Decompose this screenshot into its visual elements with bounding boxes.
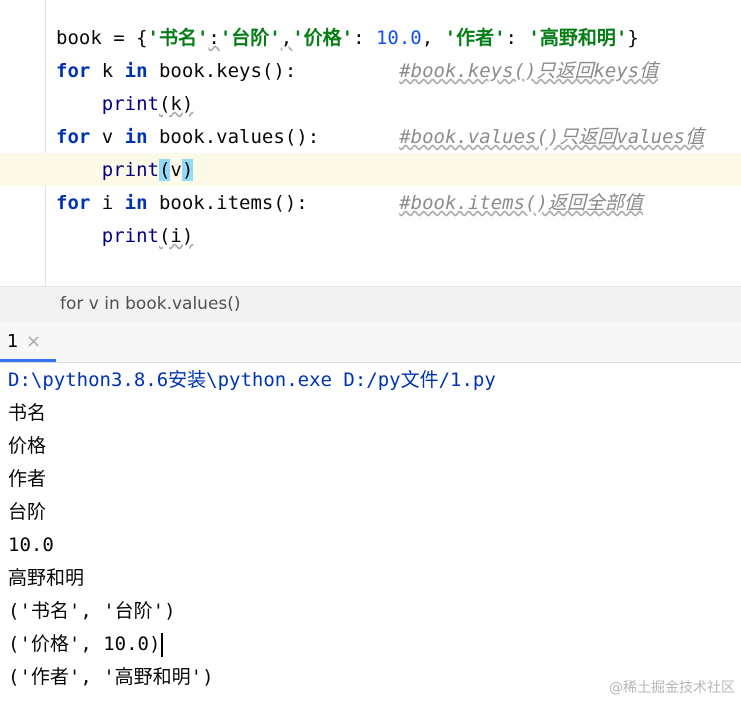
- console-output-line: 高野和明: [8, 567, 85, 589]
- tab-label: 1: [7, 331, 19, 352]
- console-output-line: 书名: [8, 402, 47, 424]
- run-tool-window-header: 1 ×: [0, 322, 741, 363]
- code-text: }: [627, 27, 639, 49]
- code-text: ,: [280, 27, 293, 49]
- run-console[interactable]: D:\python3.8.6安装\python.exe D:/py文件/1.py…: [0, 363, 741, 703]
- close-icon[interactable]: ×: [26, 322, 41, 362]
- breadcrumb[interactable]: for v in book.values(): [60, 287, 241, 322]
- console-output-line: 价格: [8, 435, 47, 457]
- code-text: book.keys():: [147, 60, 400, 82]
- keyword: for: [56, 60, 91, 82]
- tab-run-1[interactable]: 1 ×: [0, 322, 56, 362]
- code-text: book.values():: [147, 126, 400, 148]
- code-text: :: [353, 27, 376, 49]
- console-output-line: 作者: [8, 468, 47, 490]
- code-text: book = {: [56, 27, 148, 49]
- code-text: book.items():: [147, 192, 400, 214]
- comment: #book.values()只返回values值: [399, 126, 704, 148]
- string-literal: '作者': [444, 27, 506, 49]
- code-line-6[interactable]: for i in book.items(): #book.items()返回全部…: [56, 187, 643, 220]
- code-text: ,: [421, 27, 445, 49]
- number-literal: 10.0: [375, 27, 422, 49]
- code-text: :: [208, 27, 220, 49]
- console-output-line: ('作者', '高野和明'): [8, 666, 214, 688]
- matched-brace: ): [181, 159, 194, 181]
- keyword: in: [124, 60, 148, 82]
- builtin-function: print: [101, 159, 159, 181]
- code-text: (k): [158, 93, 194, 115]
- string-literal: '台阶': [219, 27, 281, 49]
- comment: #book.items()返回全部值: [399, 192, 643, 214]
- keyword: in: [124, 192, 148, 214]
- code-text: v: [90, 126, 125, 148]
- string-literal: '高野和明': [528, 27, 628, 49]
- code-line-1[interactable]: book = {'书名':'台阶','价格': 10.0, '作者': '高野和…: [56, 22, 639, 55]
- string-literal: '书名': [147, 27, 209, 49]
- code-text: :: [505, 27, 529, 49]
- comment: #book.keys()只返回keys值: [399, 60, 659, 82]
- code-line-4[interactable]: for v in book.values(): #book.values()只返…: [56, 121, 704, 154]
- code-text: k: [90, 60, 125, 82]
- code-line-7[interactable]: print(i): [56, 220, 194, 253]
- code-text: (i): [158, 225, 194, 247]
- text-cursor: [161, 632, 164, 657]
- keyword: in: [124, 126, 148, 148]
- gutter-divider: [45, 0, 46, 286]
- matched-brace: (: [158, 159, 171, 181]
- console-output-line: 台阶: [8, 501, 47, 523]
- breadcrumb-bar: for v in book.values(): [0, 286, 741, 323]
- builtin-function: print: [101, 93, 159, 115]
- console-command: D:\python3.8.6安装\python.exe D:/py文件/1.py: [8, 369, 496, 391]
- console-output-line: ('价格', 10.0): [8, 633, 161, 655]
- code-editor[interactable]: book = {'书名':'台阶','价格': 10.0, '作者': '高野和…: [0, 0, 741, 286]
- console-output-line: ('书名', '台阶'): [8, 600, 176, 622]
- builtin-function: print: [101, 225, 159, 247]
- console-output-row: ('价格', 10.0): [8, 628, 164, 661]
- keyword: for: [56, 192, 91, 214]
- code-line-3[interactable]: print(k): [56, 88, 194, 121]
- code-text: v: [170, 159, 182, 181]
- keyword: for: [56, 126, 91, 148]
- watermark: @稀土掘金技术社区: [609, 680, 735, 696]
- string-literal: '价格': [292, 27, 354, 49]
- console-output-line: 10.0: [8, 534, 54, 556]
- code-line-2[interactable]: for k in book.keys(): #book.keys()只返回key…: [56, 55, 658, 88]
- code-line-5[interactable]: print(v): [56, 154, 194, 187]
- code-text: i: [90, 192, 125, 214]
